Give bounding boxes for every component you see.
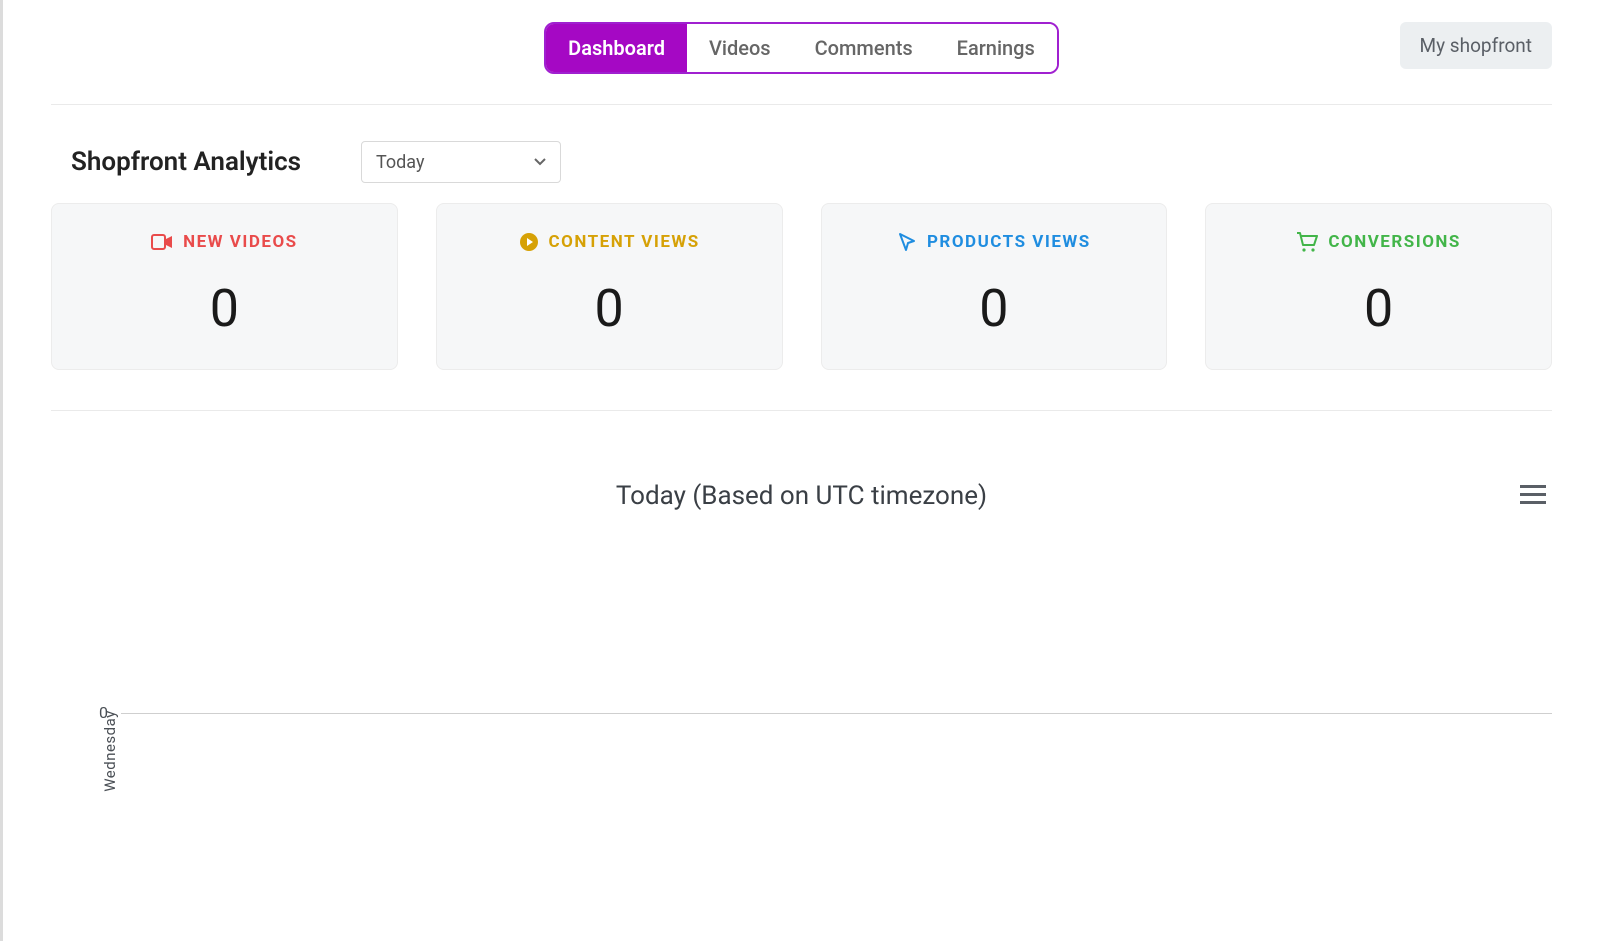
card-products-views-head: PRODUCTS VIEWS <box>832 232 1157 252</box>
card-content-views-label: CONTENT VIEWS <box>549 232 700 252</box>
card-products-views-value: 0 <box>832 278 1157 339</box>
chart-y-axis-label: Wednesday <box>101 710 119 792</box>
tab-dashboard[interactable]: Dashboard <box>546 24 687 72</box>
period-select[interactable]: Today <box>361 141 561 183</box>
chart-area: Wednesday 0 <box>51 561 1552 941</box>
card-products-views-label: PRODUCTS VIEWS <box>927 232 1091 252</box>
card-new-videos-label: NEW VIDEOS <box>183 232 298 252</box>
card-conversions-label: CONVERSIONS <box>1328 232 1461 252</box>
cart-icon <box>1296 232 1318 252</box>
my-shopfront-button[interactable]: My shopfront <box>1400 22 1552 69</box>
tab-comments[interactable]: Comments <box>793 24 935 72</box>
card-conversions-value: 0 <box>1216 278 1541 339</box>
tab-videos[interactable]: Videos <box>687 24 793 72</box>
chart-title: Today (Based on UTC timezone) <box>51 481 1552 511</box>
chart-gridline <box>121 713 1552 714</box>
hamburger-icon <box>1520 483 1546 505</box>
card-content-views-value: 0 <box>447 278 772 339</box>
chart-section: Today (Based on UTC timezone) Wednesday … <box>51 410 1552 941</box>
play-circle-icon <box>519 232 539 252</box>
cursor-icon <box>897 232 917 252</box>
card-new-videos: NEW VIDEOS 0 <box>51 203 398 370</box>
analytics-header: Shopfront Analytics Today <box>51 105 1552 203</box>
analytics-title: Shopfront Analytics <box>71 147 301 177</box>
card-new-videos-head: NEW VIDEOS <box>62 232 387 252</box>
card-content-views-head: CONTENT VIEWS <box>447 232 772 252</box>
top-bar: Dashboard Videos Comments Earnings My sh… <box>51 0 1552 105</box>
tab-group: Dashboard Videos Comments Earnings <box>544 22 1059 74</box>
card-content-views: CONTENT VIEWS 0 <box>436 203 783 370</box>
chart-menu-button[interactable] <box>1520 483 1546 509</box>
video-camera-icon <box>151 234 173 250</box>
card-conversions: CONVERSIONS 0 <box>1205 203 1552 370</box>
tab-earnings[interactable]: Earnings <box>935 24 1057 72</box>
card-products-views: PRODUCTS VIEWS 0 <box>821 203 1168 370</box>
card-new-videos-value: 0 <box>62 278 387 339</box>
card-conversions-head: CONVERSIONS <box>1216 232 1541 252</box>
stat-cards: NEW VIDEOS 0 CONTENT VIEWS 0 <box>51 203 1552 410</box>
chart-y-tick: 0 <box>99 703 108 722</box>
